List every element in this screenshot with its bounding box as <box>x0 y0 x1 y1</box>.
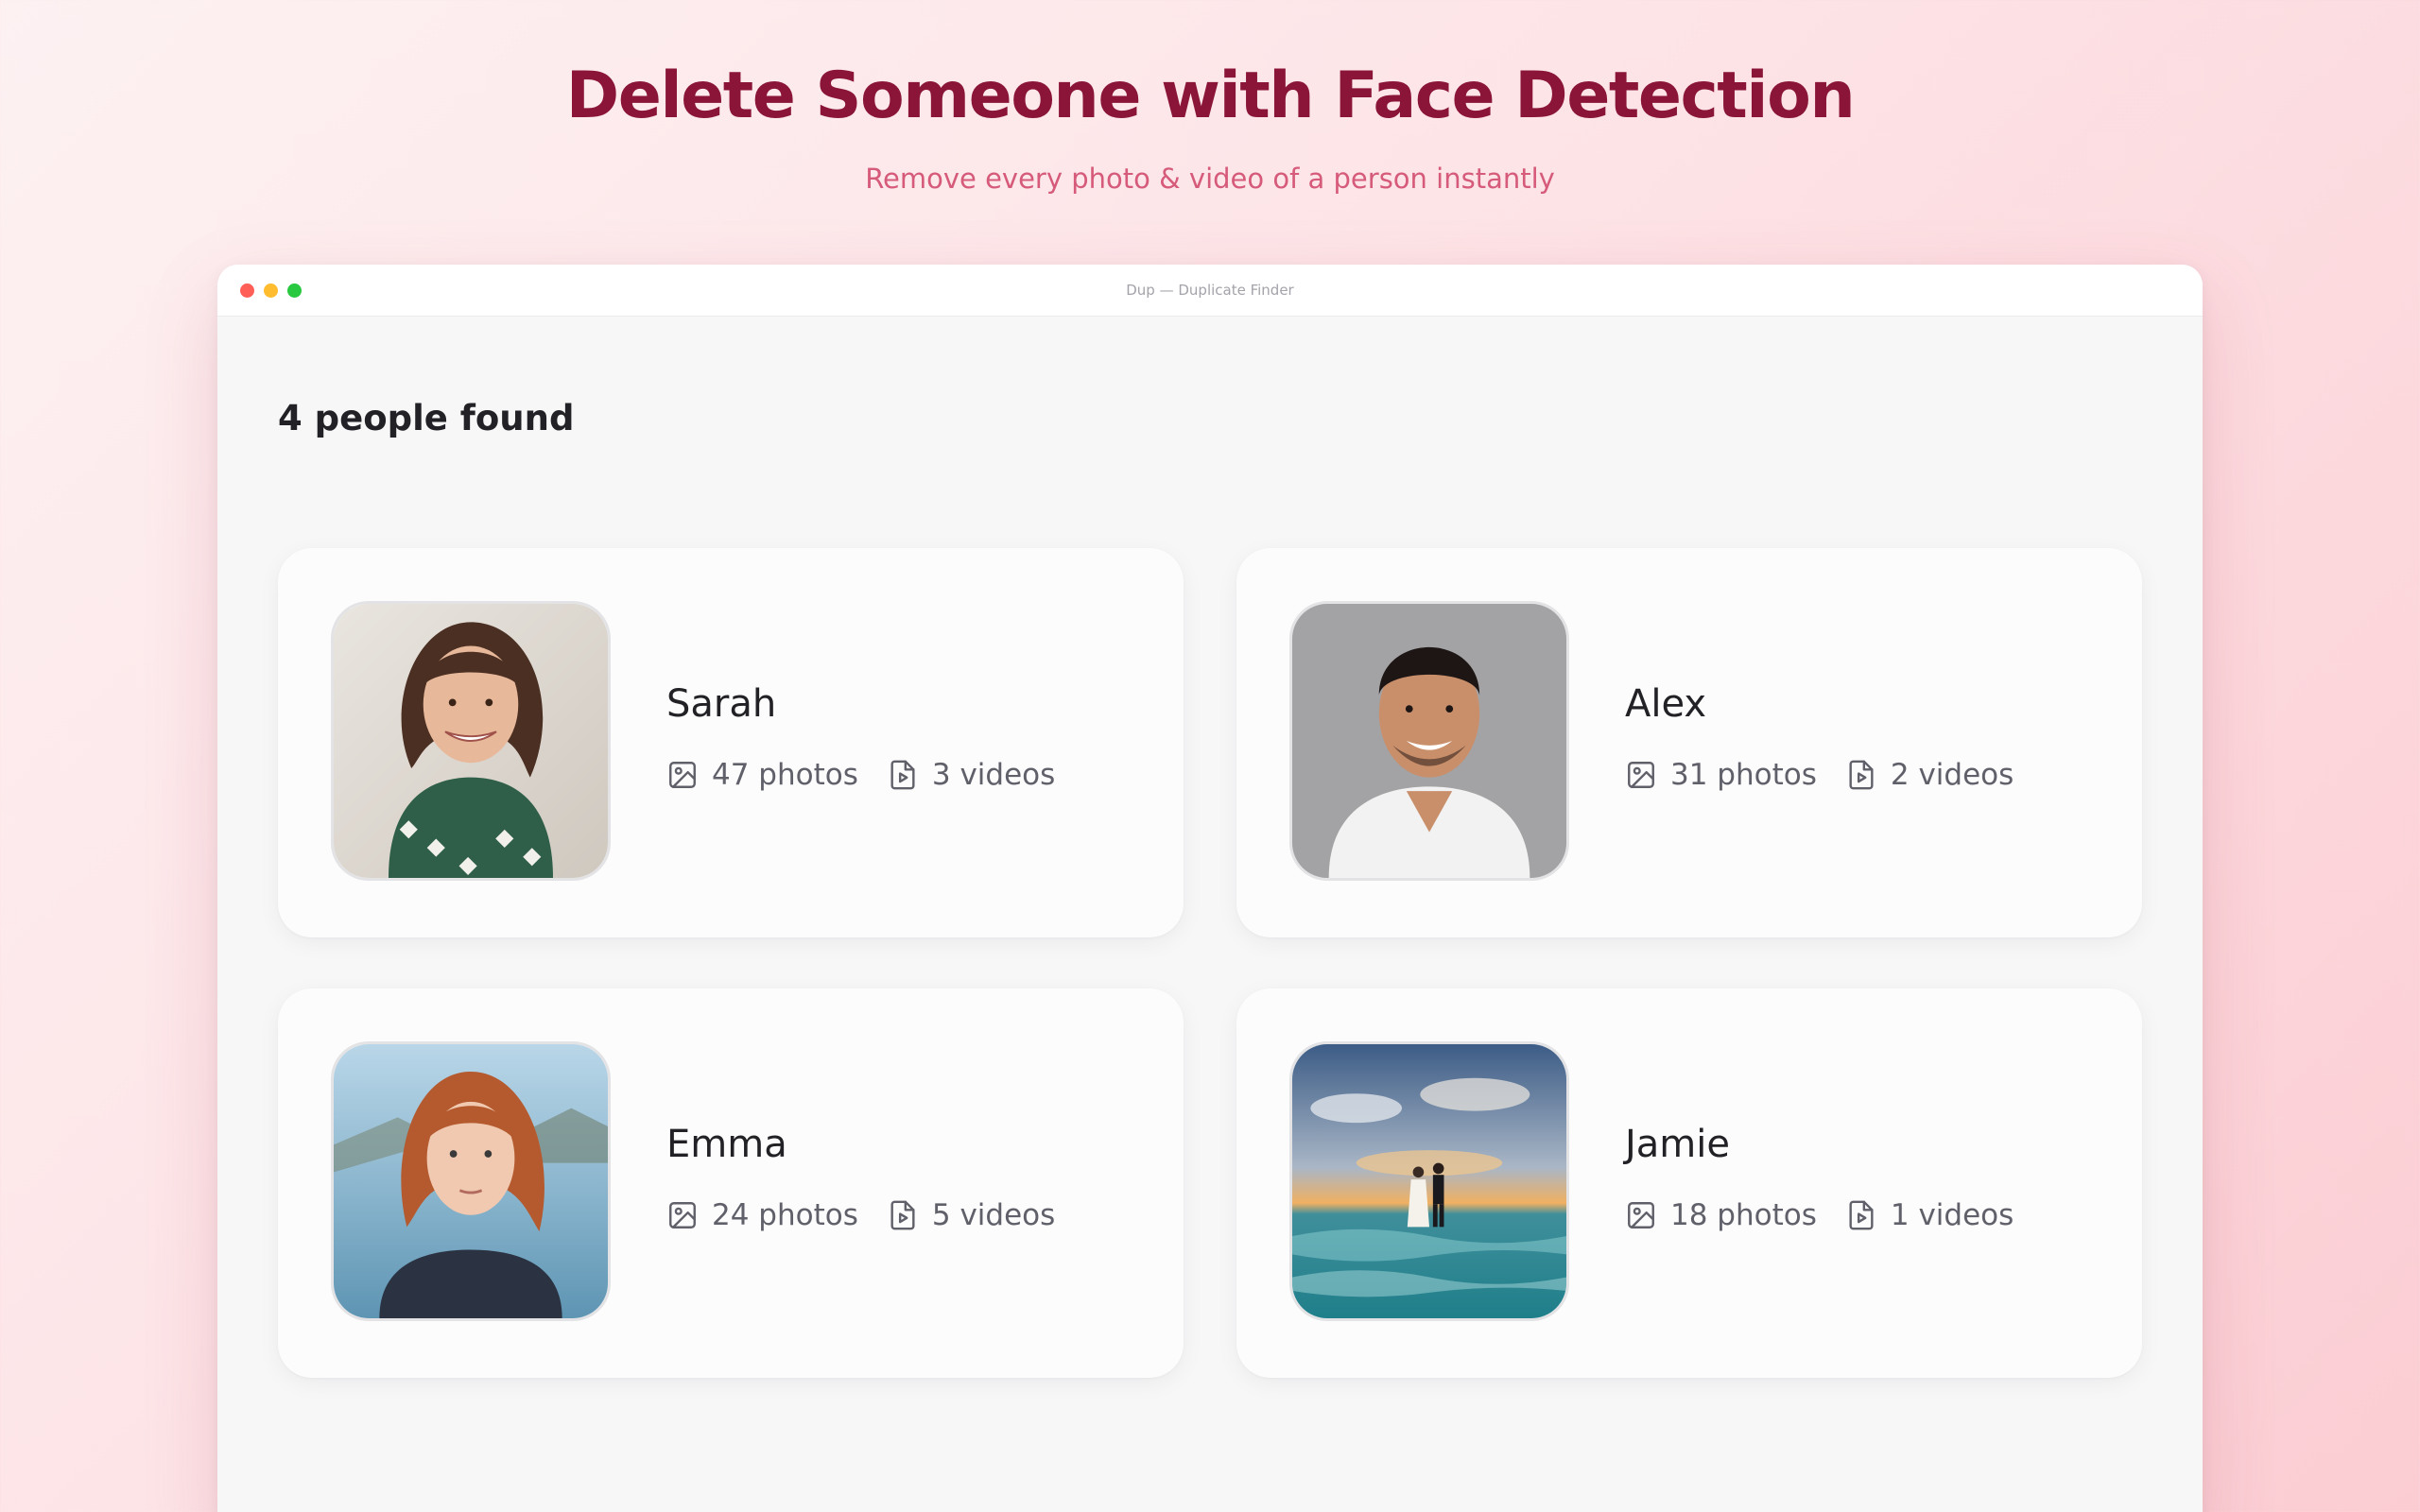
person-stats: 24 photos 5 videos <box>666 1198 1083 1232</box>
person-stats: 31 photos 2 videos <box>1625 758 2042 792</box>
video-count: 5 videos <box>887 1198 1055 1232</box>
person-card-jamie[interactable]: Jamie 18 photos 1 videos <box>1236 988 2142 1378</box>
avatar <box>331 1041 611 1321</box>
video-file-icon <box>887 1199 919 1231</box>
person-card-sarah[interactable]: Sarah 47 photos 3 videos <box>278 548 1184 937</box>
window-titlebar: Dup — Duplicate Finder <box>217 265 2203 317</box>
video-count: 2 videos <box>1845 758 2014 792</box>
person-name: Emma <box>666 1123 787 1166</box>
hero-title: Delete Someone with Face Detection <box>565 59 1856 133</box>
photo-count-label: 24 photos <box>712 1198 858 1232</box>
person-stats: 47 photos 3 videos <box>666 758 1083 792</box>
photo-count: 24 photos <box>666 1198 858 1232</box>
people-grid: Sarah 47 photos 3 videos Alex 31 photos … <box>278 548 2142 1378</box>
avatar <box>1289 601 1569 881</box>
avatar <box>331 601 611 881</box>
video-file-icon <box>1845 1199 1877 1231</box>
photo-count: 31 photos <box>1625 758 1817 792</box>
photo-count: 18 photos <box>1625 1198 1817 1232</box>
image-icon <box>1625 1199 1657 1231</box>
video-file-icon <box>887 759 919 791</box>
hero-subtitle: Remove every photo & video of a person i… <box>865 163 1555 195</box>
video-count-label: 3 videos <box>931 758 1056 792</box>
video-count: 1 videos <box>1845 1198 2014 1232</box>
app-window: Dup — Duplicate Finder 4 people found Sa… <box>217 265 2203 1512</box>
video-count: 3 videos <box>887 758 1055 792</box>
video-count-label: 2 videos <box>1890 758 2014 792</box>
image-icon <box>666 759 699 791</box>
image-icon <box>666 1199 699 1231</box>
person-name: Jamie <box>1625 1123 1730 1166</box>
video-count-label: 1 videos <box>1890 1198 2014 1232</box>
person-name: Alex <box>1625 682 1707 726</box>
image-icon <box>1625 759 1657 791</box>
person-card-emma[interactable]: Emma 24 photos 5 videos <box>278 988 1184 1378</box>
person-card-alex[interactable]: Alex 31 photos 2 videos <box>1236 548 2142 937</box>
photo-count-label: 31 photos <box>1670 758 1817 792</box>
photo-count-label: 18 photos <box>1670 1198 1817 1232</box>
photo-count-label: 47 photos <box>712 758 858 792</box>
photo-count: 47 photos <box>666 758 858 792</box>
video-count-label: 5 videos <box>931 1198 1056 1232</box>
window-title: Dup — Duplicate Finder <box>1126 282 1294 299</box>
avatar <box>1289 1041 1569 1321</box>
people-count-heading: 4 people found <box>278 398 575 438</box>
person-name: Sarah <box>666 682 777 726</box>
video-file-icon <box>1845 759 1877 791</box>
person-stats: 18 photos 1 videos <box>1625 1198 2042 1232</box>
